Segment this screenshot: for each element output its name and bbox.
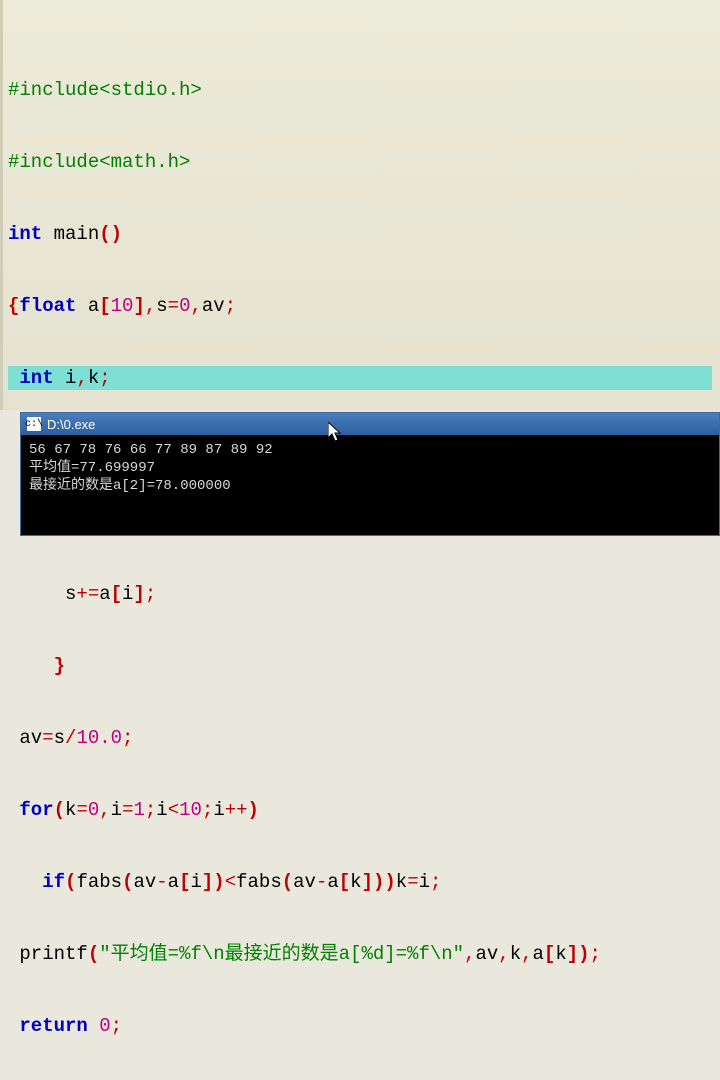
- semicolon: ;: [225, 295, 236, 317]
- identifier: av: [202, 295, 225, 317]
- include-header: <math.h>: [99, 151, 190, 173]
- brace: {: [8, 295, 19, 317]
- console-title: D:\0.exe: [47, 417, 95, 432]
- keyword: int: [19, 367, 53, 389]
- code-line: int main(): [8, 222, 712, 246]
- identifier: main: [42, 223, 99, 245]
- comma: ,: [190, 295, 201, 317]
- keyword: if: [42, 871, 65, 893]
- identifier: a: [76, 295, 99, 317]
- bracket: ]: [133, 295, 144, 317]
- identifier: i: [54, 367, 77, 389]
- code-line: av=s/10.0;: [8, 726, 712, 750]
- identifier: s: [156, 295, 167, 317]
- identifier: k: [88, 367, 99, 389]
- include-header: <stdio.h>: [99, 79, 202, 101]
- preproc: #include: [8, 79, 99, 101]
- code-line: for(k=0,i=1;i<10;i++): [8, 798, 712, 822]
- console-line: 56 67 78 76 66 77 89 87 89 92: [29, 442, 273, 458]
- console-line: 平均值=77.699997: [29, 460, 155, 476]
- console-window[interactable]: c:\ D:\0.exe 56 67 78 76 66 77 89 87 89 …: [20, 412, 720, 536]
- code-line: #include<stdio.h>: [8, 78, 712, 102]
- string: "平均值=%f\n最接近的数是a[%d]=%f\n": [99, 943, 464, 965]
- code-line: }: [8, 654, 712, 678]
- gutter: [0, 0, 3, 410]
- code-line: {float a[10],s=0,av;: [8, 294, 712, 318]
- code-line: #include<math.h>: [8, 150, 712, 174]
- code-editor[interactable]: #include<stdio.h> #include<math.h> int m…: [0, 0, 720, 410]
- pad: [8, 367, 19, 389]
- preproc: #include: [8, 151, 99, 173]
- brace: }: [54, 655, 65, 677]
- keyword: for: [19, 799, 53, 821]
- code-line: printf("平均值=%f\n最接近的数是a[%d]=%f\n",av,k,a…: [8, 942, 712, 966]
- console-line: [29, 496, 37, 512]
- semicolon: ;: [99, 367, 110, 389]
- keyword: int: [8, 223, 42, 245]
- bracket: [: [99, 295, 110, 317]
- number: 10: [111, 295, 134, 317]
- highlighted-line: int i,k;: [8, 366, 712, 390]
- console-line: 最接近的数是a[2]=78.000000: [29, 478, 231, 494]
- comma: ,: [76, 367, 87, 389]
- console-titlebar[interactable]: c:\ D:\0.exe: [21, 413, 719, 435]
- paren: (): [99, 223, 122, 245]
- code-line: s+=a[i];: [8, 582, 712, 606]
- console-icon: c:\: [27, 417, 41, 431]
- keyword: float: [19, 295, 76, 317]
- op: =: [168, 295, 179, 317]
- console-output[interactable]: 56 67 78 76 66 77 89 87 89 92 平均值=77.699…: [21, 435, 719, 535]
- comma: ,: [145, 295, 156, 317]
- number: 0: [179, 295, 190, 317]
- code-line: return 0;: [8, 1014, 712, 1038]
- keyword: return: [19, 1015, 87, 1037]
- code-line: if(fabs(av-a[i])<fabs(av-a[k]))k=i;: [8, 870, 712, 894]
